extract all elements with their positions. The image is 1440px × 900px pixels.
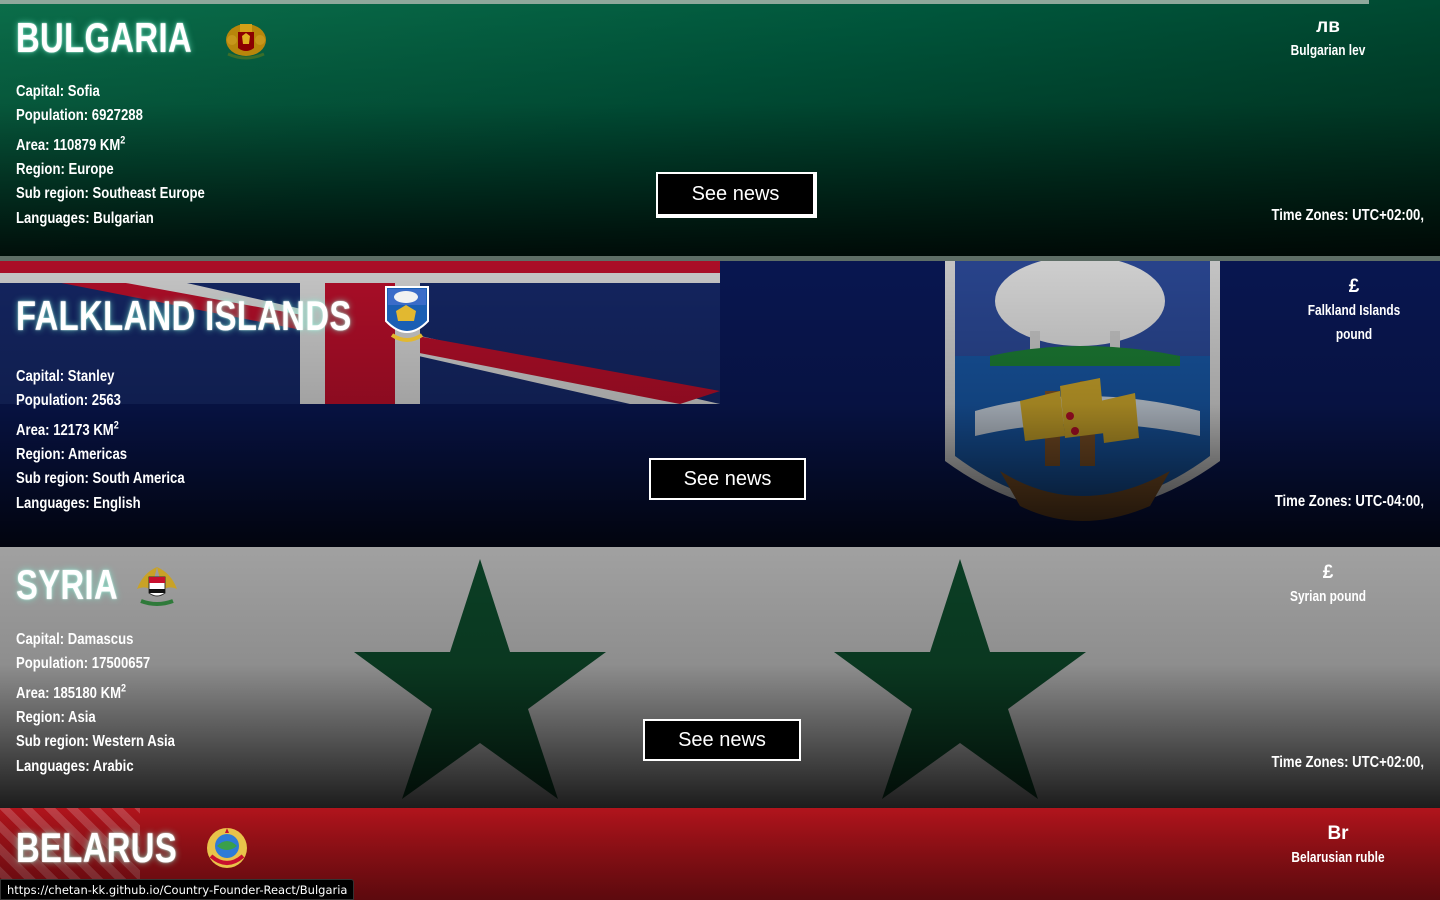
region-text: Region: Asia [16, 708, 96, 726]
country-name[interactable]: BELARUS [16, 824, 177, 872]
timezones-text: Time Zones: UTC-04:00, [1274, 493, 1424, 510]
country-name[interactable]: SYRIA [16, 561, 118, 609]
currency-symbol: лв [1316, 16, 1340, 37]
languages-text: Languages: English [16, 494, 141, 512]
belarus-coat-of-arms-icon [203, 824, 251, 872]
link-status-bar: https://chetan-kk.github.io/Country-Foun… [0, 879, 355, 900]
currency-symbol: £ [1322, 562, 1334, 583]
timezones-text: Time Zones: UTC+02:00, [1271, 207, 1424, 224]
see-news-button[interactable]: See news [649, 458, 806, 500]
region-text: Region: Americas [16, 445, 128, 463]
syria-coat-of-arms-icon [133, 561, 181, 609]
capital-text: Capital: Sofia [16, 83, 100, 100]
subregion-text: Sub region: South America [16, 470, 185, 488]
subregion-text: Sub region: Western Asia [16, 733, 175, 751]
currency-name-line2: pound [1335, 327, 1373, 343]
country-name[interactable]: FALKLAND ISLANDS [16, 292, 352, 340]
country-card-syria: SYRIA Capital: Damascus Population: 1750… [0, 547, 1440, 808]
area-text: Area: 110879 KM2 [16, 134, 126, 154]
see-news-button[interactable]: See news [643, 719, 801, 761]
see-news-button[interactable]: See news [656, 172, 817, 218]
area-text: Area: 185180 KM2 [16, 682, 127, 702]
population-text: Population: 6927288 [16, 107, 143, 125]
currency-symbol: £ [1348, 276, 1360, 297]
capital-text: Capital: Damascus [16, 631, 134, 648]
subregion-text: Sub region: Southeast Europe [16, 185, 205, 203]
capital-text: Capital: Stanley [16, 368, 115, 385]
bulgaria-coat-of-arms-icon [222, 14, 270, 62]
population-text: Population: 17500657 [16, 655, 151, 673]
population-text: Population: 2563 [16, 392, 121, 410]
country-card-bulgaria: BULGARIA Capital: Sofia Population: 6927… [0, 0, 1440, 258]
currency-name: Belarusian ruble [1291, 850, 1385, 866]
region-text: Region: Europe [16, 160, 114, 178]
timezones-text: Time Zones: UTC+02:00, [1271, 754, 1424, 771]
currency-name: Falkland Islands [1307, 303, 1401, 319]
currency-name: Bulgarian lev [1290, 43, 1366, 59]
languages-text: Languages: Bulgarian [16, 209, 154, 227]
area-text: Area: 12173 KM2 [16, 419, 119, 439]
currency-name: Syrian pound [1290, 589, 1366, 605]
falkland-coat-of-arms-icon [384, 285, 430, 347]
country-name[interactable]: BULGARIA [16, 14, 192, 62]
currency-symbol: Br [1327, 823, 1349, 844]
country-card-falkland-islands: FALKLAND ISLANDS Capital: Stanley Popula… [0, 261, 1440, 547]
languages-text: Languages: Arabic [16, 757, 134, 775]
